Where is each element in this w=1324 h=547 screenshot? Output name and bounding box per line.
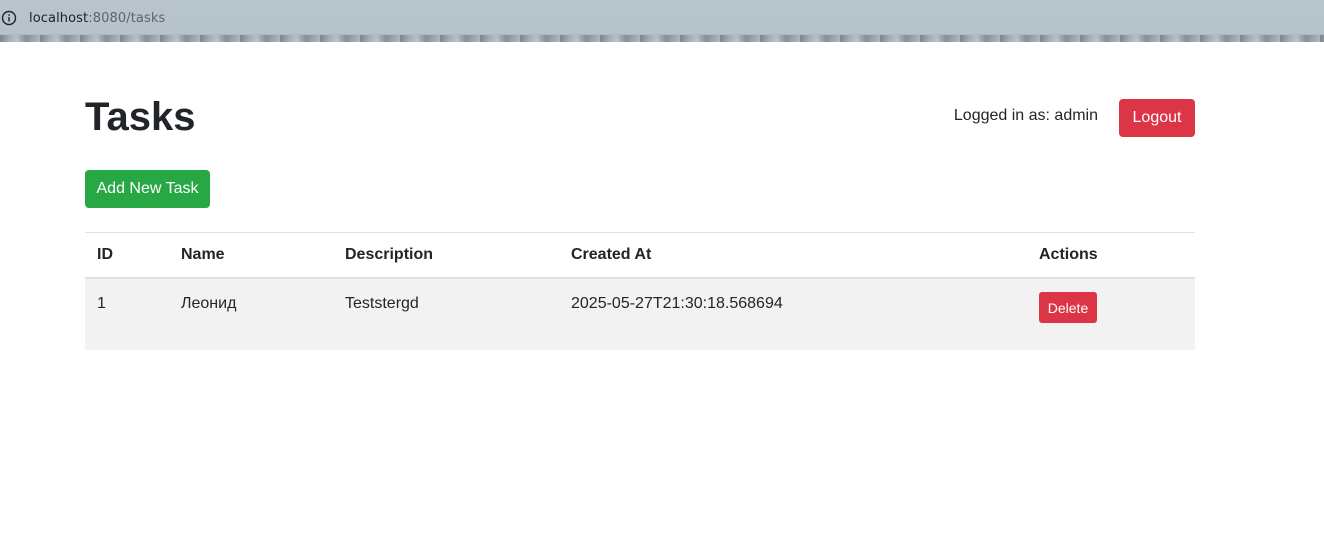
column-header-name: Name bbox=[169, 232, 333, 279]
column-header-actions: Actions bbox=[1027, 232, 1195, 279]
url-text[interactable]: localhost:8080/tasks bbox=[29, 11, 165, 26]
browser-address-bar: localhost:8080/tasks bbox=[0, 0, 1324, 42]
delete-button[interactable]: Delete bbox=[1039, 292, 1097, 323]
logged-in-text: Logged in as: admin bbox=[953, 107, 1098, 124]
logout-button[interactable]: Logout bbox=[1119, 99, 1195, 137]
column-header-description: Description bbox=[333, 232, 559, 279]
table-header-row: ID Name Description Created At Actions bbox=[85, 232, 1195, 279]
page-header: Tasks Logged in as: admin Logout bbox=[85, 92, 1195, 142]
user-area: Logged in as: admin Logout bbox=[954, 99, 1195, 137]
info-icon[interactable] bbox=[0, 9, 18, 27]
column-header-created-at: Created At bbox=[559, 232, 1027, 279]
cell-id: 1 bbox=[85, 278, 169, 350]
add-new-task-button[interactable]: Add New Task bbox=[85, 170, 210, 208]
url-field[interactable]: localhost:8080/tasks bbox=[0, 4, 165, 32]
table-row: 1 Леонид Teststergd 2025-05-27T21:30:18.… bbox=[85, 278, 1195, 350]
url-path: :8080/tasks bbox=[88, 10, 166, 26]
cell-name: Леонид bbox=[169, 278, 333, 350]
url-host: localhost bbox=[29, 10, 89, 26]
tasks-table: ID Name Description Created At Actions 1… bbox=[85, 232, 1195, 350]
browser-bar-texture bbox=[0, 35, 1324, 42]
page-title: Tasks bbox=[85, 95, 196, 139]
cell-created-at: 2025-05-27T21:30:18.568694 bbox=[559, 278, 1027, 350]
cell-actions: Delete bbox=[1027, 278, 1195, 350]
column-header-id: ID bbox=[85, 232, 169, 279]
cell-description: Teststergd bbox=[333, 278, 559, 350]
